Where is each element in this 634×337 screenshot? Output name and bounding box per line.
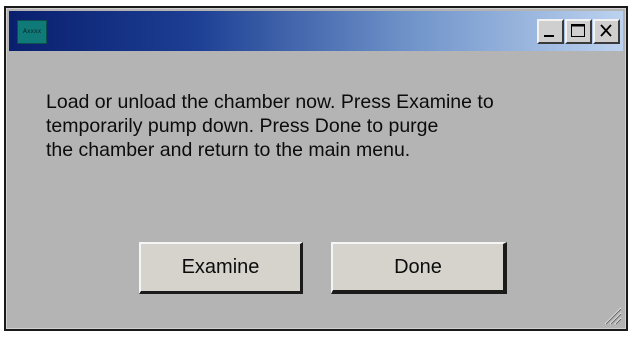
examine-button[interactable]: Examine [139, 242, 303, 294]
minimize-icon [544, 35, 554, 37]
maximize-icon [571, 24, 585, 37]
close-button[interactable] [593, 19, 620, 44]
message-line-2: temporarily pump down. Press Done to pur… [46, 115, 439, 137]
dialog-message: Load or unload the chamber now. Press Ex… [46, 90, 494, 162]
close-icon [600, 24, 612, 37]
done-button[interactable]: Done [331, 242, 507, 294]
message-line-1: Load or unload the chamber now. Press Ex… [46, 91, 494, 113]
message-line-3: the chamber and return to the main menu. [46, 139, 411, 161]
examine-button-label: Examine [181, 256, 260, 278]
title-bar[interactable]: Axxxx [9, 11, 623, 51]
maximize-button[interactable] [565, 19, 592, 44]
dialog-window: Axxxx Load or unload the chamber now. Pr… [4, 6, 628, 331]
app-icon[interactable]: Axxxx [17, 20, 47, 44]
done-button-label: Done [394, 255, 442, 278]
resize-grip-icon[interactable] [599, 302, 623, 326]
minimize-button[interactable] [537, 19, 564, 44]
